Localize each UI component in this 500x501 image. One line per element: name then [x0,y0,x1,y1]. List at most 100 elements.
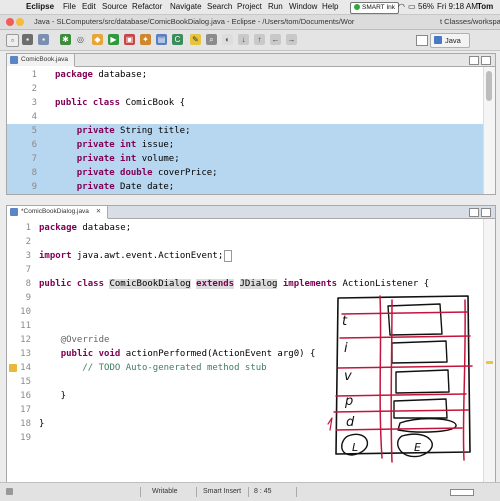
code-text: private double coverPrice; [76,168,218,178]
code-line[interactable]: 10 [7,305,483,319]
minimize-editor-icon[interactable] [469,208,479,217]
status-cursor-position: 8 : 45 [254,488,272,495]
code-line[interactable]: 4 [7,110,483,124]
code-line[interactable]: 1 package database; [7,68,483,82]
code-line[interactable]: 3 public class ComicBook { [7,96,483,110]
menu-project[interactable]: Project [237,0,262,14]
previous-annotation-icon[interactable]: ↑ [254,34,265,45]
menu-help[interactable]: Help [322,0,338,14]
code-line-selected[interactable]: 5 private String title; [7,124,483,138]
menu-refactor[interactable]: Refactor [132,0,162,14]
battery-percent: 56% [418,2,435,11]
fast-view-icon[interactable] [6,488,13,495]
external-tools-icon[interactable]: ▣ [124,34,135,45]
code-line-selected[interactable]: 8 private double coverPrice; [7,166,483,180]
smart-ink-button[interactable]: SMART Ink [350,2,399,14]
line-number: 15 [20,377,31,387]
search-icon[interactable]: ⌕ [206,34,217,45]
code-line[interactable]: 12 @Override [7,333,483,347]
code-line[interactable]: 11 [7,319,483,333]
menu-navigate[interactable]: Navigate [170,0,202,14]
menu-file[interactable]: File [63,0,76,14]
code-line[interactable]: 2 [7,82,483,96]
battery-icon[interactable]: ▭ [408,0,416,14]
code-line[interactable]: 1 package database; [7,221,483,235]
menu-source[interactable]: Source [102,0,127,14]
menu-clock[interactable]: Fri 9:18 AM [437,0,478,14]
menu-app-eclipse[interactable]: Eclipse [26,0,54,14]
maximize-editor-icon[interactable] [481,208,491,217]
menu-user[interactable]: Tom [477,0,493,14]
editor-comicbook[interactable]: ComicBook.java 1 package database; 2 3 pub… [6,53,496,195]
line-number: 1 [31,70,37,80]
line-number: 3 [25,251,31,261]
tab-label: *ComicBookDialog.java [21,208,89,215]
scrollbar-thumb[interactable] [486,71,492,101]
code-line[interactable]: 13 public void actionPerformed(ActionEve… [7,347,483,361]
run-config-icon[interactable]: ◆ [92,34,103,45]
line-number: 1 [25,223,31,233]
code-line[interactable]: 7 [7,263,483,277]
editor-comicbookdialog[interactable]: *ComicBookDialog.java ✕ 1 package databas… [6,205,496,484]
code-line[interactable]: 8 public class ComicBookDialog extends JD… [7,277,483,291]
overview-ruler-marker[interactable] [486,361,493,364]
code-area-top[interactable]: 1 package database; 2 3 public class Comic… [7,67,483,194]
debug-icon[interactable]: ✱ [60,34,71,45]
new-class-icon[interactable]: C [172,34,183,45]
wifi-icon[interactable]: ◠ [398,0,405,14]
save-all-icon[interactable]: ▪ [38,34,49,45]
code-text: private String title; [76,126,191,136]
code-line[interactable]: 16 } [7,389,483,403]
toggle-mark-occurrences-icon[interactable]: ◐ [222,34,233,45]
next-annotation-icon[interactable]: ↓ [238,34,249,45]
new-file-icon[interactable]: ▫ [6,34,19,47]
close-tab-icon[interactable]: ✕ [96,208,101,215]
line-number: 10 [20,307,31,317]
code-line-selected[interactable]: 9 private Date date; [7,180,483,194]
new-package-icon[interactable]: ▤ [156,34,167,45]
code-text: import java.awt.event.ActionEvent; [39,249,232,263]
code-text: private int volume; [76,154,180,164]
back-icon[interactable]: ← [270,34,281,45]
forward-icon[interactable]: → [286,34,297,45]
code-line[interactable]: 17 [7,403,483,417]
maximize-editor-icon[interactable] [481,56,491,65]
close-window-icon[interactable] [6,18,14,26]
code-text: public class ComicBookDialog extends JDi… [39,279,430,289]
code-line-selected[interactable]: 7 private int volume; [7,152,483,166]
tab-comicbook-java[interactable]: ComicBook.java [7,54,75,67]
macos-menu-bar: Eclipse File Edit Source Refactor Naviga… [0,0,500,15]
menu-run[interactable]: Run [268,0,283,14]
code-line[interactable]: 15 [7,375,483,389]
code-area-bottom[interactable]: 1 package database; 2 3 import java.awt.ev… [7,219,483,483]
code-line-selected[interactable]: 6 private int issue; [7,138,483,152]
code-line[interactable]: 3 import java.awt.event.ActionEvent; [7,249,483,263]
open-type-icon[interactable]: ✎ [190,34,201,45]
code-line[interactable]: 14 // TODO Auto-generated method stub [7,361,483,375]
window-title-tail: t Classes/workspace2014 [440,17,500,26]
open-perspective-icon[interactable] [416,35,428,46]
code-line[interactable]: 2 [7,235,483,249]
java-perspective-button[interactable]: Java [430,33,470,48]
menu-window[interactable]: Window [289,0,317,14]
status-separator [248,487,249,497]
save-icon[interactable]: ▪ [22,34,33,45]
run-icon[interactable]: ▶ [108,34,119,45]
code-line[interactable]: 9 [7,291,483,305]
menu-search[interactable]: Search [207,0,232,14]
skip-breakpoints-icon[interactable]: ◎ [75,34,86,45]
vertical-scrollbar-bottom[interactable] [483,219,495,483]
heap-status-icon[interactable] [450,489,474,496]
code-line[interactable]: 19 [7,431,483,445]
java-perspective-icon [434,36,442,44]
code-text: package database; [39,223,132,233]
minimize-window-icon[interactable] [16,18,24,26]
new-java-project-icon[interactable]: ✦ [140,34,151,45]
menu-edit[interactable]: Edit [82,0,96,14]
code-line[interactable]: 18} [7,417,483,431]
minimize-editor-icon[interactable] [469,56,479,65]
tab-comicbookdialog-java[interactable]: *ComicBookDialog.java ✕ [7,206,109,219]
status-separator [140,487,141,497]
vertical-scrollbar-top[interactable] [483,67,495,194]
window-title: Java - SLComputers/src/database/ComicBoo… [34,17,355,26]
